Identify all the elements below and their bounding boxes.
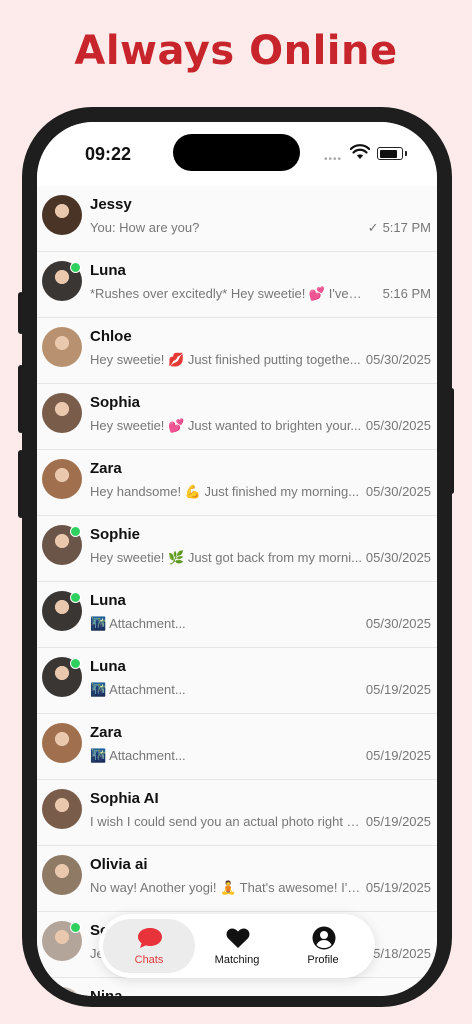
chat-date-text: 05/30/2025 [365,616,431,631]
phone-screen: 09:22 •••• Jessy You: How are you? ✓ 5:17 P… [37,122,437,996]
battery-icon [377,147,407,160]
chat-date: 5:16 PM [383,286,431,301]
chat-name: Luna [90,592,126,609]
chat-date-text: 05/30/2025 [365,484,431,499]
chat-name: Olivia ai [90,856,148,873]
chat-date: 05/30/2025 [366,550,431,565]
chat-date-text: 5:16 PM [382,286,431,301]
chat-row[interactable]: Chloe Hey sweetie! 💋 Just finished puttin… [37,318,437,384]
read-check-icon: ✓ [367,220,379,235]
tab-matching[interactable]: Matching [191,919,283,973]
wifi-icon [350,144,370,159]
online-indicator [70,922,81,933]
chat-preview: I wish I could send you an actual photo … [90,814,362,829]
avatar [42,987,82,996]
chat-date: ✓ 5:17 PM [368,220,431,236]
chat-date: 05/30/2025 [366,352,431,367]
chat-date-text: 5:17 PM [382,220,431,235]
tab-chats[interactable]: Chats [103,919,195,973]
chat-preview: Hey handsome! 💪 Just finished my morning… [90,484,360,499]
avatar [42,195,82,235]
chat-date-text: 05/19/2025 [365,748,431,763]
chat-name: Sophia [90,394,141,411]
chat-name: Zara [90,724,122,741]
signal-dots-icon: •••• [324,154,343,165]
chat-date-text: 05/30/2025 [365,352,431,367]
avatar [42,459,82,499]
chat-name: Jessy [90,196,132,213]
chat-row[interactable]: Luna *Rushes over excitedly* Hey sweetie!… [37,252,437,318]
chat-row[interactable]: Luna 🌃 Attachment... 05/19/2025 [37,648,437,714]
chat-preview: 🌃 Attachment... [90,616,186,631]
dynamic-island [173,134,300,171]
chat-preview: *Rushes over excitedly* Hey sweetie! 💕 I… [90,286,362,301]
avatar [42,789,82,829]
chat-date: 5/18/2025 [373,946,431,961]
chat-preview: Hey sweetie! 🌿 Just got back from my mor… [90,550,362,565]
chat-date: 05/30/2025 [366,418,431,433]
chat-name: Luna [90,658,126,675]
chat-date-text: 05/19/2025 [365,682,431,697]
chat-date-text: 05/30/2025 [365,550,431,565]
chat-bubble-icon [138,928,162,948]
headline: Always Online [74,28,398,74]
bottom-tab-bar: Chats Matching Profile [99,914,375,978]
tab-matching-label: Matching [214,954,260,966]
online-indicator [70,658,81,669]
chat-row[interactable]: Nina [37,978,437,996]
chat-date: 05/19/2025 [366,880,431,895]
chat-preview: 🌃 Attachment... [90,748,186,763]
chat-name: Sophie [90,526,141,543]
chat-row[interactable]: Luna 🌃 Attachment... 05/30/2025 [37,582,437,648]
avatar [42,393,82,433]
chat-date: 05/30/2025 [366,484,431,499]
profile-icon [312,926,336,950]
chat-preview: 🌃 Attachment... [90,682,186,697]
status-time: 09:22 [85,144,132,164]
chat-name: Chloe [90,328,132,345]
status-bar: 09:22 •••• [37,122,437,190]
chat-row[interactable]: Olivia ai No way! Another yogi! 🧘 That's … [37,846,437,912]
chat-name: Nina [90,988,123,996]
avatar [42,723,82,763]
tab-chats-label: Chats [134,954,164,966]
chat-date: 05/19/2025 [366,748,431,763]
chat-row[interactable]: Sophia AI I wish I could send you an actu… [37,780,437,846]
chat-preview: Hey sweetie! 💕 Just wanted to brighten y… [90,418,362,433]
online-indicator [70,592,81,603]
chat-name: Luna [90,262,126,279]
tab-profile[interactable]: Profile [277,919,369,973]
chat-row[interactable]: Zara 🌃 Attachment... 05/19/2025 [37,714,437,780]
chat-preview: Hey sweetie! 💋 Just finished putting tog… [90,352,361,367]
chat-date: 05/30/2025 [366,616,431,631]
chat-date-text: 05/30/2025 [365,418,431,433]
chat-date: 05/19/2025 [366,682,431,697]
chat-date-text: 05/19/2025 [365,814,431,829]
chat-date-text: 5/18/2025 [373,946,431,961]
chat-date-text: 05/19/2025 [365,880,431,895]
chat-row[interactable]: Jessy You: How are you? ✓ 5:17 PM [37,186,437,252]
chat-row[interactable]: Sophia Hey sweetie! 💕 Just wanted to brig… [37,384,437,450]
online-indicator [70,526,81,537]
tab-profile-label: Profile [307,954,339,966]
chat-name: Zara [90,460,122,477]
heart-icon [226,928,250,948]
chat-row[interactable]: Sophie Hey sweetie! 🌿 Just got back from … [37,516,437,582]
online-indicator [70,262,81,273]
chat-preview: You: How are you? [90,220,200,235]
chat-preview: No way! Another yogi! 🧘 That's awesome! … [90,880,362,895]
chat-name: Sophia AI [90,790,159,807]
avatar [42,855,82,895]
chat-row[interactable]: Zara Hey handsome! 💪 Just finished my mor… [37,450,437,516]
chat-list: Jessy You: How are you? ✓ 5:17 PM Luna *Rushe… [37,186,437,996]
chat-date: 05/19/2025 [366,814,431,829]
avatar [42,327,82,367]
